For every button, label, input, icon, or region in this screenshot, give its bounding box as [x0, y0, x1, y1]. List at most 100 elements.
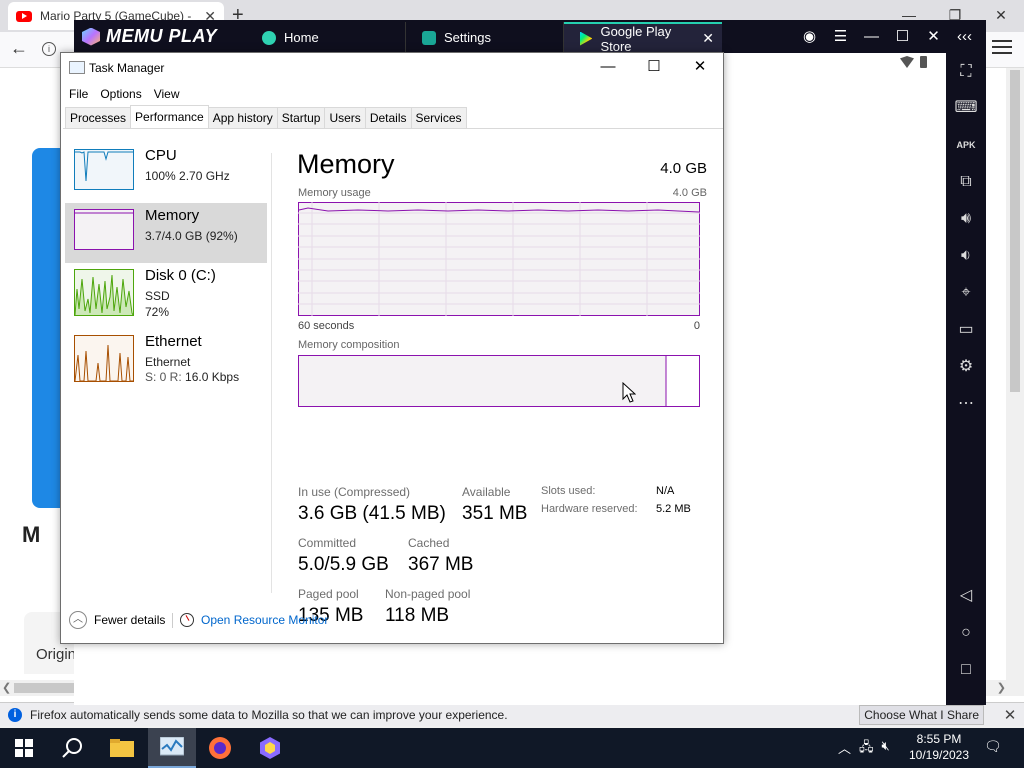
window-controls: — ☐ ✕ — [585, 53, 723, 83]
detail-title: Memory — [297, 149, 395, 179]
tab-home[interactable]: Home — [246, 22, 406, 53]
minimize-button[interactable]: — — [585, 53, 631, 83]
tab-bar: Processes Performance App history Startu… — [63, 105, 723, 129]
hardware-reserved-value: 5.2 MB — [656, 503, 691, 515]
notification-center-icon[interactable]: 🗨︎ — [984, 738, 1002, 755]
fullscreen-icon[interactable]: ⛶ — [946, 57, 986, 87]
scroll-right-icon[interactable]: ❯ — [997, 681, 1006, 694]
close-notification-icon[interactable]: ✕ — [996, 706, 1024, 724]
recents-icon[interactable]: □ — [946, 655, 986, 685]
resource-cpu[interactable]: CPU 100% 2.70 GHz — [65, 143, 267, 203]
resource-detail-2: 72% — [145, 305, 170, 319]
volume-muted-icon[interactable]: 🔇︎ — [882, 738, 890, 760]
chevron-up-icon[interactable]: ︿ — [838, 738, 851, 760]
back-arrow-icon[interactable]: ← — [10, 38, 28, 59]
volume-up-icon[interactable]: 🔊︎ — [946, 204, 986, 234]
minimize-button[interactable]: — — [856, 22, 887, 52]
account-icon[interactable]: ◉ — [794, 22, 825, 52]
keyboard-icon[interactable]: ⌨ — [946, 93, 986, 123]
file-explorer-button[interactable] — [98, 728, 146, 768]
choose-what-i-share-button[interactable]: Choose What I Share — [859, 704, 984, 725]
detail-total: 4.0 GB — [660, 160, 707, 177]
close-tab-icon[interactable]: ✕ — [702, 30, 714, 47]
hardware-reserved-label: Hardware reserved: — [541, 503, 638, 515]
menu-file[interactable]: File — [63, 83, 94, 105]
folder-icon[interactable]: ▭ — [946, 315, 986, 345]
available-value: 351 MB — [462, 503, 528, 524]
resource-monitor-icon[interactable] — [180, 613, 194, 627]
slots-used-value: N/A — [656, 485, 675, 497]
memu-sidebar: ⛶ ⌨ APK ⧉ 🔊︎ 🔉︎ ⌖ ▭ ⚙ ⋯ ◁ ○ □ — [946, 53, 986, 705]
home-app-icon — [262, 30, 276, 45]
network-icon[interactable]: 🖧︎ — [859, 738, 874, 760]
scrollbar-thumb[interactable] — [14, 683, 74, 693]
cached-value: 367 MB — [408, 554, 474, 575]
tab-startup[interactable]: Startup — [276, 107, 326, 128]
location-icon[interactable]: ⌖ — [946, 278, 986, 308]
maximize-button[interactable]: ☐ — [631, 53, 677, 83]
resource-memory[interactable]: Memory 3.7/4.0 GB (92%) — [65, 203, 267, 263]
info-icon[interactable]: i — [42, 42, 56, 56]
resource-name: CPU — [145, 147, 177, 164]
tab-app-history[interactable]: App history — [207, 107, 278, 128]
open-resource-monitor-link[interactable]: Open Resource Monitor — [201, 613, 328, 627]
system-tray: ︿ 🖧︎ 🔇︎ — [838, 738, 890, 760]
start-button[interactable] — [0, 728, 48, 768]
menu-options[interactable]: Options — [94, 83, 147, 105]
tab-users[interactable]: Users — [324, 107, 366, 128]
ethernet-sr-label: S: 0 R: — [145, 370, 182, 384]
tab-google-play-store[interactable]: Google Play Store ✕ — [564, 22, 722, 54]
committed-value: 5.0/5.9 GB — [298, 554, 389, 575]
volume-down-icon[interactable]: 🔉︎ — [946, 241, 986, 271]
tab-settings[interactable]: Settings — [406, 22, 564, 53]
resource-name: Disk 0 (C:) — [145, 267, 216, 284]
non-paged-pool-label: Non-paged pool — [385, 587, 471, 601]
task-manager-taskbar-button[interactable] — [148, 728, 196, 768]
tab-performance[interactable]: Performance — [130, 105, 209, 128]
tab-services[interactable]: Services — [410, 107, 467, 128]
memory-composition-label: Memory composition — [298, 339, 400, 351]
play-store-icon — [580, 31, 593, 46]
notification-message: Firefox automatically sends some data to… — [30, 707, 508, 722]
footer-separator — [172, 613, 173, 628]
back-icon[interactable]: ◁ — [946, 581, 986, 611]
close-button[interactable]: ✕ — [677, 53, 723, 83]
folder-icon — [110, 739, 134, 757]
scrollbar-thumb[interactable] — [1010, 70, 1020, 392]
resource-detail: SSD — [145, 289, 170, 303]
memory-usage-graph — [298, 202, 700, 316]
clock[interactable]: 8:55 PM 10/19/2023 — [908, 731, 970, 763]
settings-icon[interactable]: ⚙ — [946, 352, 986, 382]
memu-taskbar-button[interactable] — [246, 728, 294, 768]
scroll-left-icon[interactable]: ❮ — [2, 681, 11, 694]
wifi-icon — [900, 56, 914, 68]
hamburger-menu-icon[interactable] — [992, 40, 1012, 58]
tab-play-store-label: Google Play Store — [600, 23, 672, 54]
search-button[interactable] — [48, 728, 96, 768]
resource-disk[interactable]: Disk 0 (C:) SSD 72% — [65, 263, 267, 323]
ethernet-mini-graph — [74, 335, 134, 382]
close-button[interactable]: ✕ — [918, 22, 949, 52]
more-icon[interactable]: ⋯ — [946, 389, 986, 419]
vertical-scrollbar[interactable] — [1006, 68, 1024, 680]
available-label: Available — [462, 485, 511, 499]
task-manager-footer: ︿ Fewer details Open Resource Monitor — [61, 608, 723, 632]
memory-usage-label: Memory usage — [298, 187, 371, 199]
resource-ethernet[interactable]: Ethernet Ethernet S: 0 R: 16.0 Kbps — [65, 329, 267, 389]
ethernet-sr-value: 16.0 Kbps — [185, 370, 240, 384]
menu-icon[interactable]: ☰ — [825, 22, 856, 52]
page-card-text: Origin — [36, 646, 77, 663]
home-icon[interactable]: ○ — [946, 618, 986, 648]
tab-processes[interactable]: Processes — [65, 107, 132, 128]
memory-usage-max: 4.0 GB — [672, 187, 707, 199]
firefox-taskbar-button[interactable] — [196, 728, 244, 768]
maximize-button[interactable]: ☐ — [887, 22, 918, 52]
menu-view[interactable]: View — [148, 83, 186, 105]
collapse-sidebar-icon[interactable]: ‹‹‹ — [949, 22, 980, 52]
fewer-details-button[interactable]: Fewer details — [94, 613, 165, 627]
multi-window-icon[interactable]: ⧉ — [946, 167, 986, 197]
chevron-up-icon[interactable]: ︿ — [69, 611, 87, 629]
apk-icon[interactable]: APK — [946, 130, 986, 160]
tab-details[interactable]: Details — [364, 107, 412, 128]
mouse-cursor-icon — [622, 382, 636, 403]
